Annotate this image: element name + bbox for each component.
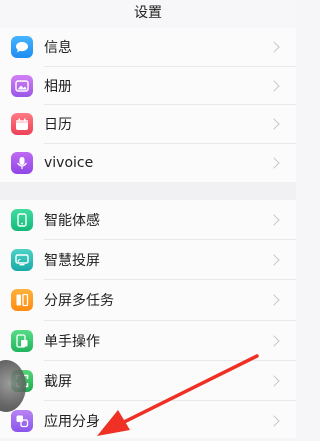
settings-item-app-clone[interactable]: 应用分身	[0, 401, 296, 441]
settings-item-split-screen[interactable]: 分屏多任务	[0, 280, 296, 321]
chevron-right-icon	[268, 214, 280, 226]
settings-group-apps: 信息 相册 日历 vivoice	[0, 28, 296, 182]
settings-header: 设置	[0, 0, 296, 28]
chevron-right-icon	[268, 118, 280, 130]
settings-item-label: 分屏多任务	[44, 293, 114, 310]
settings-item-album[interactable]: 相册	[0, 67, 296, 105]
settings-item-label: 信息	[44, 40, 72, 57]
settings-item-label: 相册	[44, 78, 72, 95]
section-separator	[0, 182, 296, 200]
settings-group-features: 智能体感 智慧投屏 分屏多任务 单手操作 截屏 应用分身	[0, 200, 296, 438]
settings-item-messages[interactable]: 信息	[0, 28, 296, 67]
page-title: 设置	[134, 5, 162, 21]
chevron-right-icon	[268, 41, 280, 53]
split-screen-icon	[11, 289, 33, 312]
microphone-icon	[11, 151, 33, 174]
chevron-right-icon	[268, 375, 280, 387]
settings-item-label: 截屏	[44, 373, 72, 390]
settings-item-vivoice[interactable]: vivoice	[0, 144, 296, 183]
chevron-right-icon	[268, 334, 280, 347]
settings-item-label: 应用分身	[44, 414, 100, 431]
calendar-icon	[11, 113, 33, 136]
settings-item-screen-cast[interactable]: 智慧投屏	[0, 240, 296, 281]
chevron-right-icon	[268, 157, 280, 169]
one-hand-icon	[11, 329, 33, 352]
photo-album-icon	[11, 74, 33, 97]
chevron-right-icon	[268, 254, 280, 266]
settings-item-label: 智能体感	[44, 213, 100, 230]
screen-cast-icon	[11, 249, 33, 272]
chevron-right-icon	[268, 294, 280, 307]
settings-item-calendar[interactable]: 日历	[0, 105, 296, 144]
settings-item-smart-motion[interactable]: 智能体感	[0, 200, 296, 241]
settings-item-screenshot[interactable]: 截屏	[0, 361, 296, 401]
chevron-right-icon	[268, 415, 280, 427]
settings-item-label: 智慧投屏	[44, 253, 100, 270]
message-bubble-icon	[11, 36, 33, 59]
settings-item-label: 日历	[44, 117, 72, 134]
chevron-right-icon	[268, 80, 280, 92]
settings-item-label: vivoice	[44, 154, 94, 171]
smart-motion-icon	[11, 209, 33, 232]
settings-item-one-hand[interactable]: 单手操作	[0, 321, 296, 361]
settings-item-label: 单手操作	[44, 333, 100, 350]
app-clone-icon	[11, 410, 33, 433]
